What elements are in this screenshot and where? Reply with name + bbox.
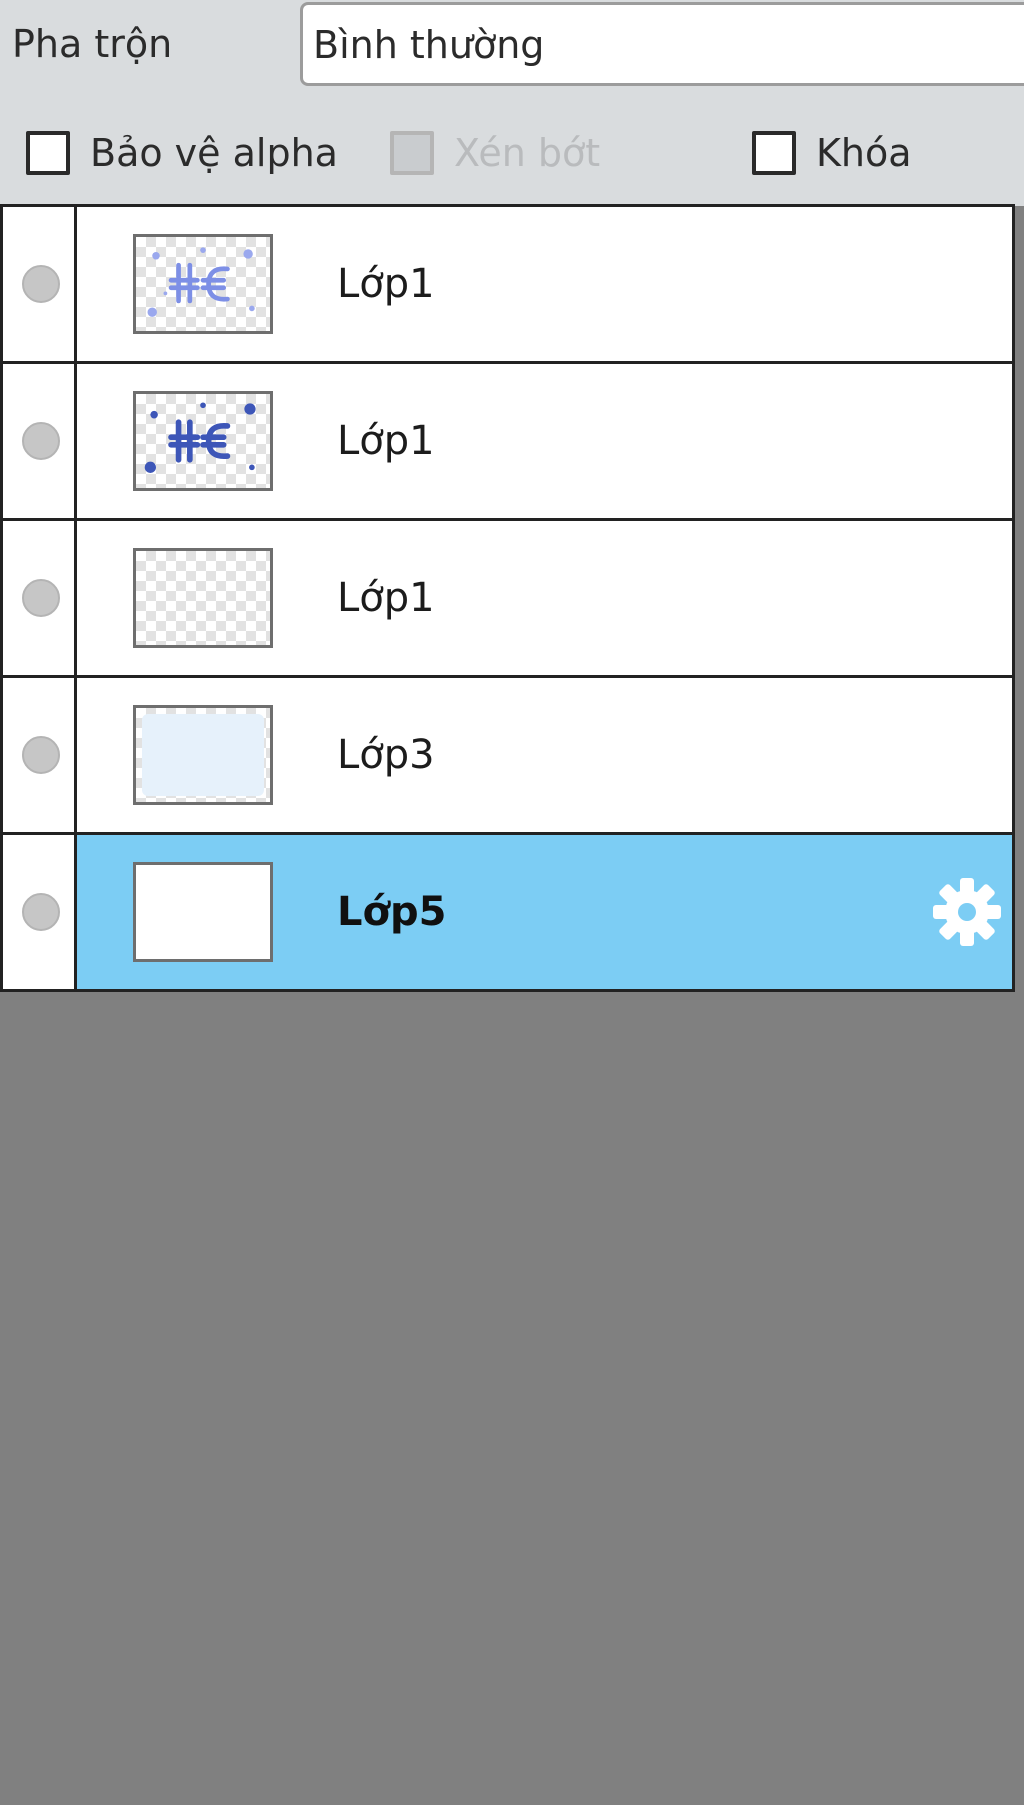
layer-name: Lớp1 xyxy=(337,261,435,307)
clip-checkbox xyxy=(390,131,434,175)
layer-name: Lớp1 xyxy=(337,418,435,464)
visibility-dot-icon xyxy=(22,579,60,617)
lock-label: Khóa xyxy=(816,131,912,175)
layer-content[interactable]: Lớp1 xyxy=(77,364,1012,518)
blend-mode-label: Pha trộn xyxy=(12,22,173,66)
blend-mode-value: Bình thường xyxy=(313,23,545,67)
layer-thumbnail xyxy=(133,234,273,334)
visibility-toggle[interactable] xyxy=(3,207,77,361)
layer-content[interactable]: Lớp1 xyxy=(77,521,1012,675)
visibility-dot-icon xyxy=(22,736,60,774)
blend-mode-dropdown[interactable]: Bình thường xyxy=(300,2,1024,86)
visibility-toggle[interactable] xyxy=(3,835,77,989)
layer-name: Lớp1 xyxy=(337,575,435,621)
layer-row-selected[interactable]: Lớp5 xyxy=(0,835,1015,992)
layer-name: Lớp5 xyxy=(337,889,447,935)
protect-alpha-checkbox[interactable] xyxy=(26,131,70,175)
visibility-dot-icon xyxy=(22,265,60,303)
lock-option[interactable]: Khóa xyxy=(752,126,912,180)
layer-row[interactable]: Lớp3 xyxy=(0,678,1015,835)
layer-properties-panel: Pha trộn Bình thường Bảo vệ alpha Xén bớ… xyxy=(0,0,1024,206)
layer-row[interactable]: Lớp1 xyxy=(0,204,1015,364)
layer-thumbnail xyxy=(133,862,273,962)
layer-content[interactable]: Lớp3 xyxy=(77,678,1012,832)
layer-thumbnail xyxy=(133,705,273,805)
visibility-toggle[interactable] xyxy=(3,678,77,832)
text-art-thumbnail-icon xyxy=(147,247,255,317)
layer-content[interactable]: Lớp5 xyxy=(77,835,1012,989)
clip-label: Xén bớt xyxy=(454,131,601,175)
layer-thumbnail xyxy=(133,391,273,491)
text-art-thumbnail-icon xyxy=(144,402,256,473)
layer-thumbnail xyxy=(133,548,273,648)
protect-alpha-option[interactable]: Bảo vệ alpha xyxy=(26,126,338,180)
visibility-toggle[interactable] xyxy=(3,364,77,518)
visibility-dot-icon xyxy=(22,893,60,931)
gear-icon[interactable] xyxy=(930,875,1004,949)
visibility-toggle[interactable] xyxy=(3,521,77,675)
lock-checkbox[interactable] xyxy=(752,131,796,175)
layer-content[interactable]: Lớp1 xyxy=(77,207,1012,361)
protect-alpha-label: Bảo vệ alpha xyxy=(90,131,338,175)
layer-list: Lớp1 Lớp1 Lớp1 Lớp3 Lớp5 xyxy=(0,204,1015,992)
layer-row[interactable]: Lớp1 xyxy=(0,521,1015,678)
visibility-dot-icon xyxy=(22,422,60,460)
layer-row[interactable]: Lớp1 xyxy=(0,364,1015,521)
layer-name: Lớp3 xyxy=(337,732,435,778)
clip-option: Xén bớt xyxy=(390,126,600,180)
